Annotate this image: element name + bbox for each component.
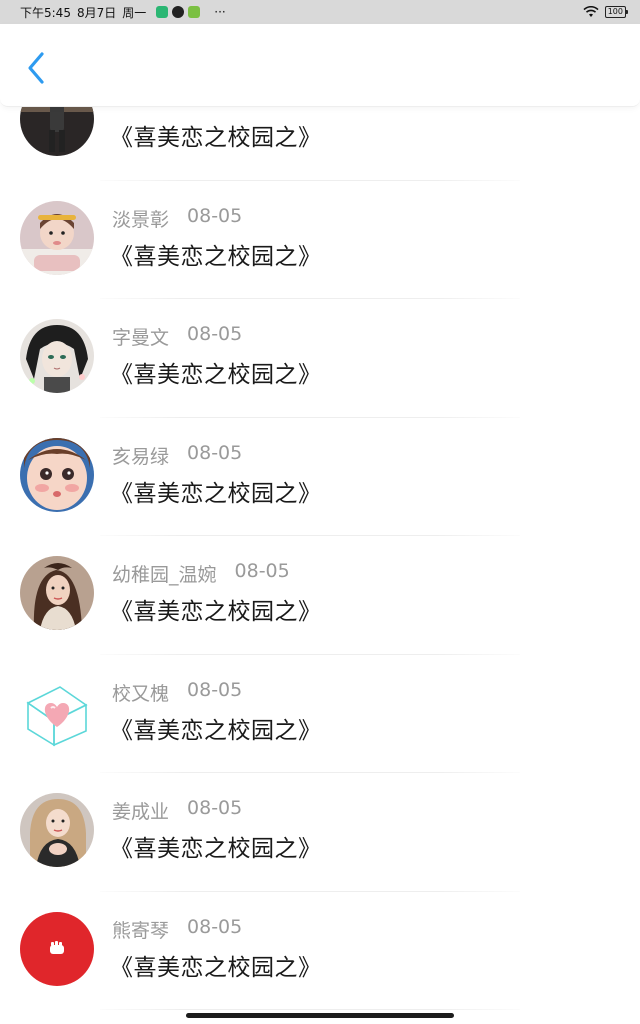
comment-list: 《喜美恋之校园之》 淡景彰 08-05 《喜美恋之校园之》 字曼文 08-05 …: [0, 106, 640, 1024]
author-name[interactable]: 校又槐: [112, 679, 169, 706]
status-weekday: 周一: [122, 5, 147, 20]
comment-title[interactable]: 《喜美恋之校园之》: [110, 829, 322, 863]
list-item[interactable]: 幼稚园_温婉 08-05 《喜美恋之校园之》: [0, 536, 640, 655]
comment-list-inner: 《喜美恋之校园之》 淡景彰 08-05 《喜美恋之校园之》 字曼文 08-05 …: [0, 106, 640, 1010]
status-bar: 下午5:45 8月7日 周一 ··· 100: [0, 0, 640, 24]
comment-title[interactable]: 《喜美恋之校园之》: [110, 592, 322, 626]
status-time: 下午5:45: [20, 5, 71, 20]
list-item[interactable]: 《喜美恋之校园之》: [0, 106, 640, 181]
ghost-app-icon: [172, 6, 185, 18]
avatar[interactable]: [20, 106, 94, 156]
notification-icons: [156, 6, 201, 18]
author-name[interactable]: 淡景彰: [112, 205, 169, 232]
shield-app-icon: [156, 6, 169, 18]
more-notifications: ···: [214, 5, 226, 19]
top-navigation-bar: [0, 24, 640, 107]
post-date: 08-05: [187, 915, 243, 938]
post-date: 08-05: [187, 797, 243, 819]
home-indicator[interactable]: [186, 1013, 454, 1018]
list-item[interactable]: 字曼文 08-05 《喜美恋之校园之》: [0, 299, 640, 418]
shield-check-app-icon: [188, 6, 201, 18]
author-name[interactable]: 亥易绿: [112, 442, 169, 469]
item-meta: 熊寄琴 08-05: [112, 916, 242, 943]
avatar[interactable]: [20, 437, 94, 512]
divider: [100, 1009, 520, 1010]
avatar[interactable]: [20, 200, 94, 275]
avatar[interactable]: [20, 319, 94, 393]
author-name[interactable]: 姜成业: [112, 797, 169, 824]
status-right: 100: [583, 6, 629, 18]
woman-portrait-avatar-icon: [20, 556, 94, 630]
author-name[interactable]: 字曼文: [112, 323, 169, 350]
list-item[interactable]: 淡景彰 08-05 《喜美恋之校园之》: [0, 181, 640, 299]
heart-cube-avatar-icon: [20, 674, 94, 749]
status-left: 下午5:45 8月7日 周一 ···: [20, 4, 226, 21]
baby-face-avatar-icon: [20, 437, 94, 512]
avatar[interactable]: [20, 911, 94, 986]
comment-title[interactable]: 《喜美恋之校园之》: [110, 711, 322, 745]
list-item[interactable]: 亥易绿 08-05 《喜美恋之校园之》: [0, 418, 640, 536]
item-meta: 亥易绿 08-05: [112, 442, 242, 469]
comment-title[interactable]: 《喜美恋之校园之》: [110, 237, 322, 271]
post-date: 08-05: [234, 560, 290, 582]
item-meta: 字曼文 08-05: [112, 323, 242, 350]
post-date: 08-05: [187, 678, 243, 701]
back-button[interactable]: [16, 48, 56, 88]
author-name[interactable]: 幼稚园_温婉: [112, 560, 217, 587]
avatar[interactable]: [20, 793, 94, 867]
list-item[interactable]: 姜成业 08-05 《喜美恋之校园之》: [0, 773, 640, 892]
item-meta: 校又槐 08-05: [112, 679, 242, 706]
comment-title[interactable]: 《喜美恋之校园之》: [110, 118, 322, 152]
status-date: 8月7日: [76, 5, 117, 20]
avatar[interactable]: [20, 556, 94, 630]
avatar[interactable]: [20, 674, 94, 749]
woman-selfie-avatar-icon: [20, 793, 94, 867]
wifi-icon: [583, 6, 599, 17]
list-item[interactable]: 熊寄琴 08-05 《喜美恋之校园之》: [0, 892, 640, 1010]
list-item[interactable]: 校又槐 08-05 《喜美恋之校园之》: [0, 655, 640, 773]
chevron-left-icon: [28, 52, 44, 84]
sports-player-avatar-icon: [20, 106, 94, 156]
post-date: 08-05: [187, 204, 243, 227]
item-meta: 姜成业 08-05: [112, 797, 242, 824]
author-name[interactable]: 熊寄琴: [112, 916, 169, 943]
comment-title[interactable]: 《喜美恋之校园之》: [110, 474, 322, 508]
comment-title[interactable]: 《喜美恋之校园之》: [110, 355, 322, 389]
child-photo-avatar-icon: [20, 200, 94, 275]
item-meta: 幼稚园_温婉 08-05: [112, 560, 290, 587]
anime-character-avatar-icon: [20, 319, 94, 393]
battery-indicator: 100: [604, 6, 629, 18]
comment-title[interactable]: 《喜美恋之校园之》: [110, 948, 322, 982]
post-date: 08-05: [187, 323, 243, 345]
post-date: 08-05: [187, 441, 243, 464]
item-meta: 淡景彰 08-05: [112, 205, 242, 232]
red-fist-avatar-icon: [20, 911, 94, 986]
